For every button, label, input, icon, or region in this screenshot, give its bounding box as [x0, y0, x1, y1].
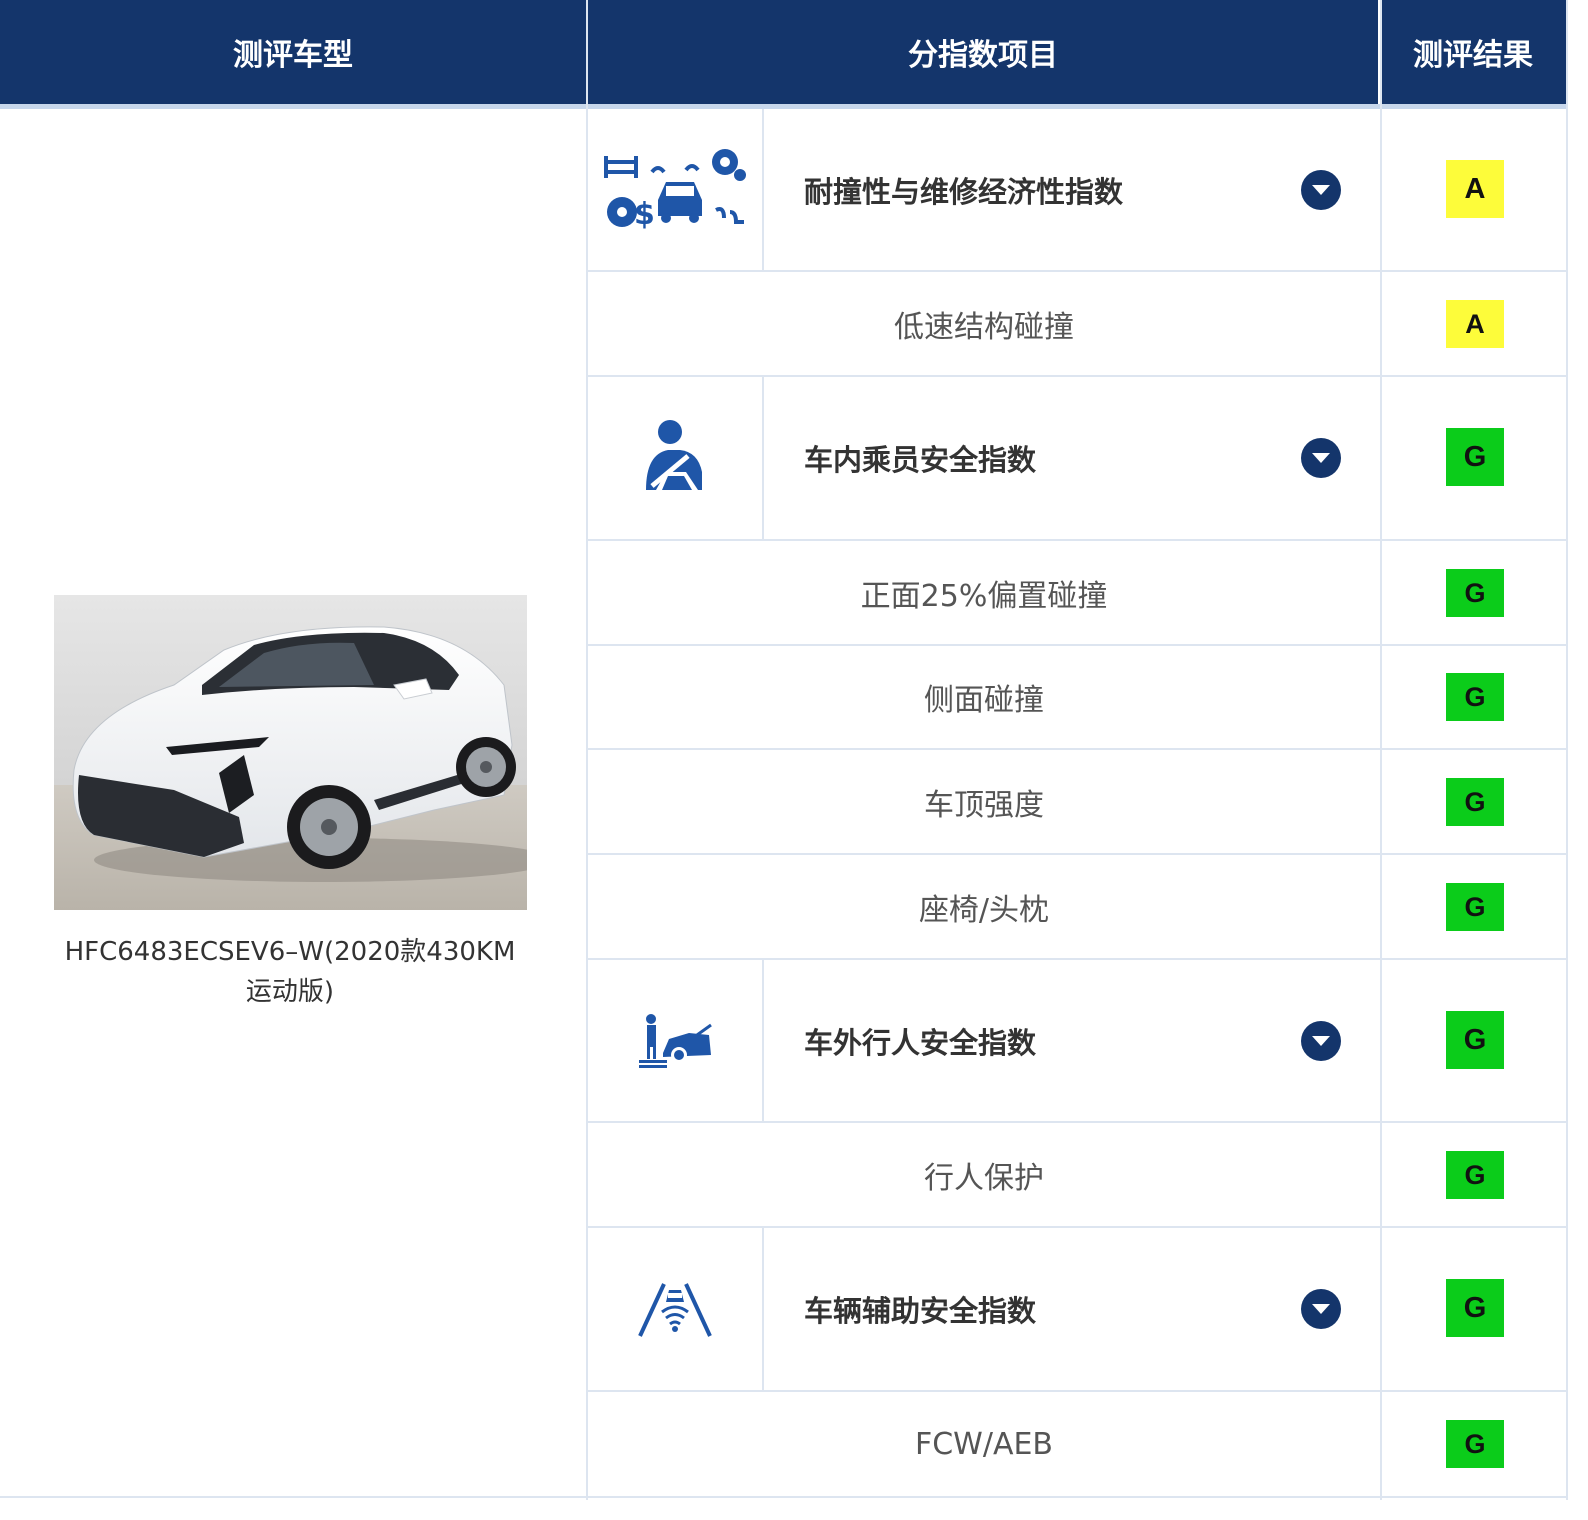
sub-item-name: FCW/AEB	[914, 1426, 1054, 1462]
index-name: 耐撞性与维修经济性指数	[804, 174, 1124, 209]
icon-cell-separator	[762, 109, 764, 270]
grade-badge: G	[1446, 428, 1504, 486]
sub-item-label: FCW/AEB	[588, 1392, 1380, 1496]
index-name: 车辆辅助安全指数	[804, 1294, 1037, 1328]
sub-item-label: 座椅/头枕	[588, 855, 1380, 958]
icon-cell-separator	[762, 1228, 764, 1390]
sub-item-name: 座椅/头枕	[918, 892, 1050, 928]
header-result: 测评结果	[1380, 0, 1566, 104]
driver-assist-icon	[638, 1283, 712, 1337]
row-icon-cell	[588, 377, 762, 539]
sub-item-label: 车顶强度	[588, 750, 1380, 853]
chevron-down-icon[interactable]	[1301, 1289, 1341, 1329]
grade-badge: G	[1446, 778, 1504, 826]
sub-item-name: 正面25%偏置碰撞	[860, 578, 1108, 614]
icon-cell-separator	[762, 377, 764, 539]
icon-cell-separator	[762, 960, 764, 1121]
rating-table: 测评车型 分指数项目 测评结果 HFC6483ECSEV6–W(2020款430…	[0, 0, 1588, 1520]
sub-item-label: 侧面碰撞	[588, 646, 1380, 748]
row-icon-cell	[588, 1228, 762, 1390]
table-bottom-border	[0, 1496, 1568, 1498]
grade-badge: A	[1446, 300, 1504, 348]
vehicle-name-line2: 运动版)	[245, 977, 335, 1007]
column-separator	[1566, 0, 1568, 1500]
vehicle-model-name: HFC6483ECSEV6–W(2020款430KM 运动版)	[40, 932, 540, 1012]
sub-item-label: 正面25%偏置碰撞	[588, 541, 1380, 644]
sub-item-label: 行人保护	[588, 1123, 1380, 1226]
main-index-label: 耐撞性与维修经济性指数	[804, 109, 1304, 270]
grade-badge: G	[1446, 673, 1504, 721]
grade-badge: G	[1446, 1011, 1504, 1069]
header-underline	[0, 104, 1568, 109]
header-model: 测评车型	[0, 0, 586, 104]
grade-badge: G	[1446, 883, 1504, 931]
row-icon-cell	[588, 960, 762, 1121]
sub-item-name: 车顶强度	[924, 787, 1044, 823]
row-icon-cell: $	[588, 109, 762, 270]
grade-badge: G	[1446, 1151, 1504, 1199]
chevron-down-icon[interactable]	[1301, 1021, 1341, 1061]
svg-text:$: $	[634, 197, 655, 232]
vehicle-photo	[54, 595, 527, 910]
main-index-label: 车辆辅助安全指数	[804, 1228, 1304, 1390]
index-name: 车外行人安全指数	[804, 1025, 1037, 1060]
chevron-down-icon[interactable]	[1301, 438, 1341, 478]
main-index-label: 车外行人安全指数	[804, 960, 1304, 1121]
sub-item-label: 低速结构碰撞	[588, 272, 1380, 375]
grade-badge: G	[1446, 569, 1504, 617]
grade-badge: G	[1446, 1279, 1504, 1337]
header-items: 分指数项目	[588, 0, 1378, 104]
repair-economy-icon: $	[604, 148, 746, 232]
vehicle-name-line1: HFC6483ECSEV6–W(2020款430KM	[64, 937, 516, 967]
chevron-down-icon[interactable]	[1301, 170, 1341, 210]
index-name: 车内乘员安全指数	[804, 443, 1037, 477]
occupant-seatbelt-icon	[646, 420, 702, 490]
sub-item-name: 行人保护	[924, 1160, 1044, 1196]
sub-item-name: 低速结构碰撞	[894, 309, 1074, 345]
pedestrian-car-icon	[639, 1013, 712, 1068]
column-separator	[1380, 0, 1382, 1500]
main-index-label: 车内乘员安全指数	[804, 377, 1304, 539]
grade-badge: G	[1446, 1420, 1504, 1468]
grade-badge: A	[1446, 160, 1504, 218]
sub-item-name: 侧面碰撞	[924, 683, 1044, 718]
